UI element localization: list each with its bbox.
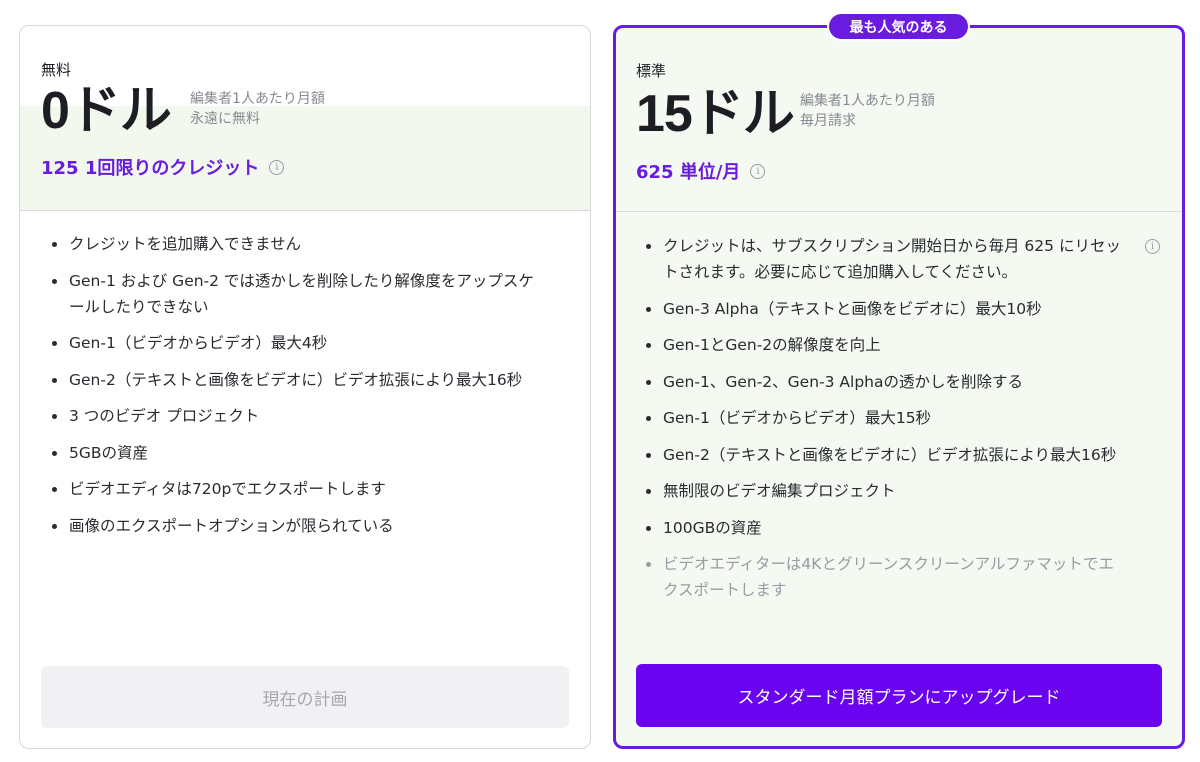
feature-item: 画像のエクスポートオプションが限られている — [47, 513, 547, 539]
feature-item: クレジットを追加購入できません — [47, 231, 547, 257]
feature-info-icon[interactable]: i — [1145, 239, 1160, 254]
most-popular-badge: 最も人気のある — [827, 12, 970, 41]
feature-item: Gen-2（テキストと画像をビデオに）ビデオ拡張により最大16秒 — [47, 367, 547, 393]
feature-item: 5GBの資産 — [47, 440, 547, 466]
feature-item: 100GBの資産 — [641, 515, 1126, 541]
plan-name: 標準 — [636, 62, 667, 80]
credits-line: 125 1回限りのクレジット i — [41, 154, 285, 180]
standard-plan-card: 標準 15ドル 編集者1人あたり月額 毎月請求 625 単位/月 i i クレジ… — [613, 25, 1185, 749]
feature-item: Gen-1（ビデオからビデオ）最大4秒 — [47, 330, 547, 356]
feature-item: Gen-1、Gen-2、Gen-3 Alphaの透かしを削除する — [641, 369, 1126, 395]
plan-billing-note: 編集者1人あたり月額 永遠に無料 — [190, 89, 325, 129]
billing-line: 永遠に無料 — [190, 111, 260, 127]
divider — [20, 210, 590, 211]
plan-name: 無料 — [41, 61, 72, 79]
upgrade-button[interactable]: スタンダード月額プランにアップグレード — [636, 664, 1162, 727]
feature-item: クレジットは、サブスクリプション開始日から毎月 625 にリセットされます。必要… — [641, 233, 1126, 285]
credits-line: 625 単位/月 i — [636, 158, 766, 184]
divider — [616, 211, 1182, 212]
feature-item: Gen-1 および Gen-2 では透かしを削除したり解像度をアップスケールした… — [47, 268, 547, 320]
plan-price: 15ドル — [636, 85, 795, 143]
info-icon[interactable]: i — [269, 159, 285, 175]
credits-label: 625 単位/月 — [636, 162, 741, 183]
current-plan-button: 現在の計画 — [41, 666, 569, 728]
feature-list: クレジットを追加購入できません Gen-1 および Gen-2 では透かしを削除… — [47, 231, 547, 549]
free-plan-card: 無料 0ドル 編集者1人あたり月額 永遠に無料 125 1回限りのクレジット i… — [19, 25, 591, 749]
feature-item: Gen-1とGen-2の解像度を向上 — [641, 332, 1126, 358]
billing-line: 編集者1人あたり月額 — [190, 91, 325, 107]
billing-line: 編集者1人あたり月額 — [800, 93, 935, 109]
feature-item: 無制限のビデオ編集プロジェクト — [641, 478, 1126, 504]
billing-line: 毎月請求 — [800, 113, 856, 129]
info-icon[interactable]: i — [750, 163, 766, 179]
feature-item: Gen-2（テキストと画像をビデオに）ビデオ拡張により最大16秒 — [641, 442, 1126, 468]
feature-item: Gen-1（ビデオからビデオ）最大15秒 — [641, 405, 1126, 431]
credits-label: 125 1回限りのクレジット — [41, 158, 260, 179]
plan-price: 0ドル — [41, 82, 172, 140]
feature-item: ビデオエディタは720pでエクスポートします — [47, 476, 547, 502]
feature-item: 3 つのビデオ プロジェクト — [47, 403, 547, 429]
plan-billing-note: 編集者1人あたり月額 毎月請求 — [800, 91, 935, 131]
feature-list: クレジットは、サブスクリプション開始日から毎月 625 にリセットされます。必要… — [641, 233, 1126, 614]
feature-item: Gen-3 Alpha（テキストと画像をビデオに）最大10秒 — [641, 296, 1126, 322]
scroll-fade — [616, 594, 1182, 664]
